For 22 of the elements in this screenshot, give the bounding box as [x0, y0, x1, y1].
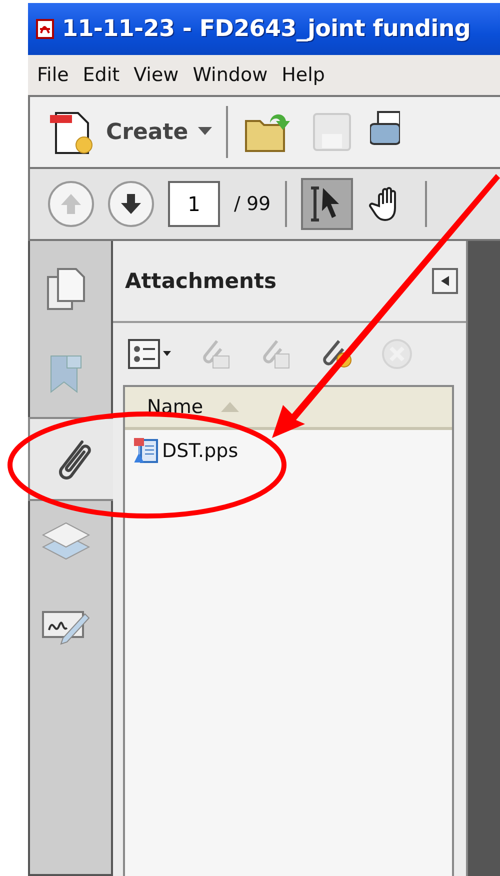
select-tool-button[interactable] [300, 178, 353, 230]
menu-item[interactable]: Edit [82, 64, 120, 86]
page-count: / 99 [234, 193, 271, 215]
window-title: 11-11-23 - FD2643_joint funding [62, 16, 471, 42]
document-icon [34, 18, 56, 40]
left-triangle-icon [441, 276, 449, 286]
menu-item[interactable]: Window [192, 64, 268, 86]
menu-item[interactable]: Help [282, 64, 325, 86]
collapse-button[interactable] [432, 268, 458, 294]
file-name[interactable]: DST.pps [162, 440, 238, 462]
next-page-button[interactable] [108, 181, 154, 227]
column-header[interactable]: Name [147, 396, 204, 418]
sidebar-tab[interactable] [28, 417, 113, 501]
list-options-icon [127, 338, 173, 370]
menu-item[interactable]: View [134, 64, 179, 86]
delete-icon [381, 338, 413, 370]
panel-title: Attachments [125, 269, 277, 293]
menu-item[interactable]: File [37, 64, 69, 86]
page-number-field[interactable]: 1 [168, 181, 220, 227]
caret-icon [198, 127, 212, 137]
create-button[interactable]: Create [50, 107, 212, 157]
slideshow-file-icon [133, 436, 159, 466]
